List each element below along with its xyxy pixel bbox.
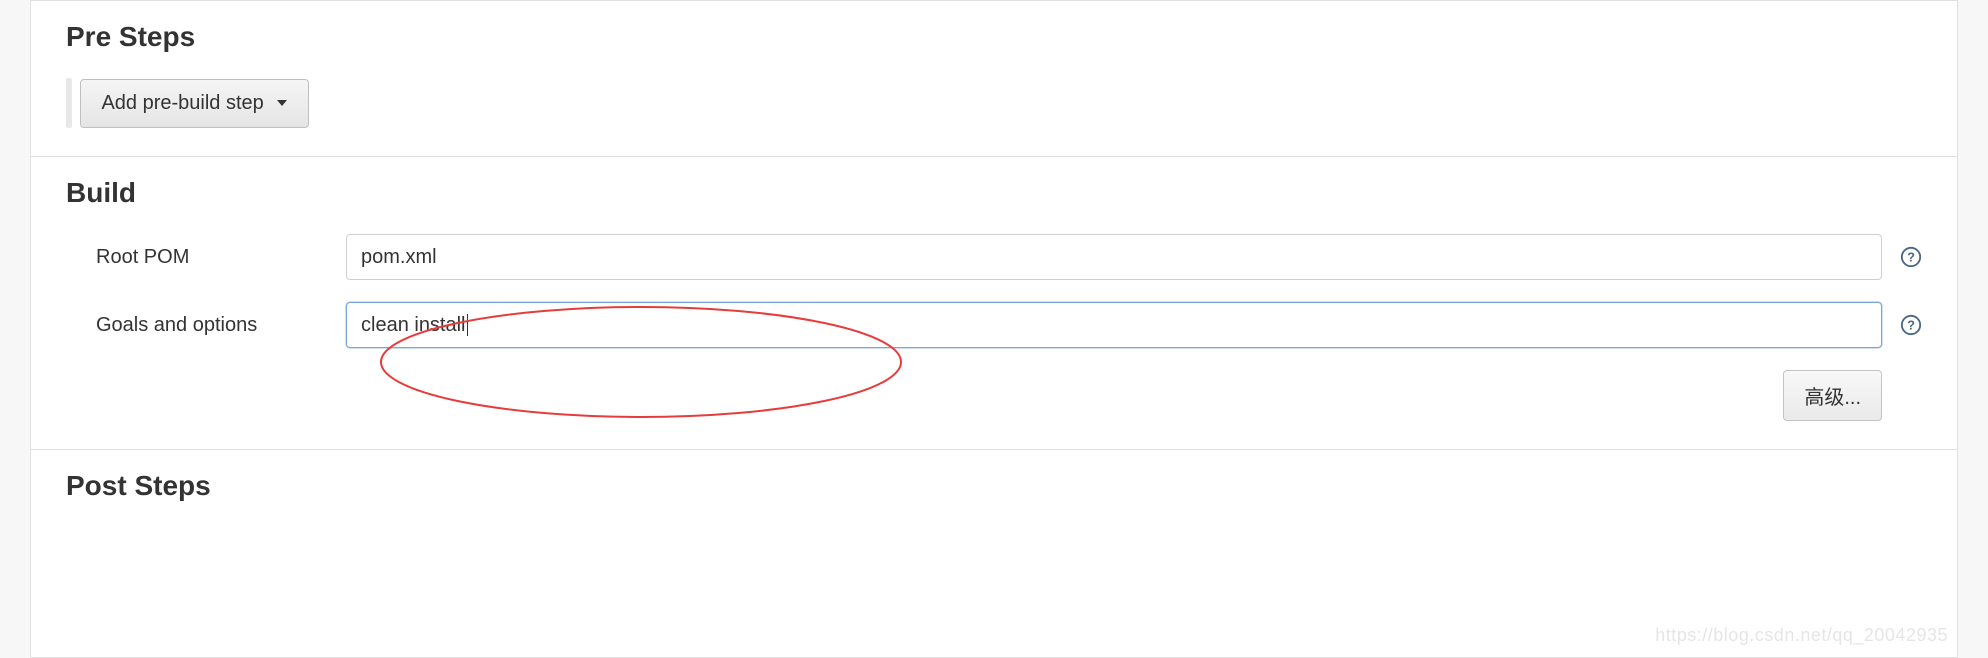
goals-input[interactable]: clean install <box>346 302 1882 348</box>
watermark-text: https://blog.csdn.net/qq_20042935 <box>1655 625 1948 646</box>
post-steps-section: Post Steps <box>31 449 1957 587</box>
goals-input-wrap: clean install ? <box>346 302 1922 348</box>
text-cursor <box>467 314 468 336</box>
help-icon[interactable]: ? <box>1900 314 1922 336</box>
svg-text:?: ? <box>1907 318 1915 333</box>
pre-steps-section: Pre Steps Add pre-build step <box>31 1 1957 156</box>
root-pom-input-wrap: ? <box>346 234 1922 280</box>
root-pom-input[interactable] <box>346 234 1882 280</box>
goals-row: Goals and options clean install ? <box>66 302 1922 348</box>
add-pre-build-step-label: Add pre-build step <box>101 92 263 115</box>
goals-input-value: clean install <box>361 314 466 337</box>
advanced-button[interactable]: 高级... <box>1783 370 1882 421</box>
build-section: Build Root POM ? Goals and options clean… <box>31 156 1957 449</box>
root-pom-row: Root POM ? <box>66 234 1922 280</box>
post-steps-title: Post Steps <box>66 470 1922 502</box>
goals-label: Goals and options <box>66 314 346 337</box>
help-icon[interactable]: ? <box>1900 246 1922 268</box>
caret-down-icon <box>276 99 288 107</box>
pre-steps-title: Pre Steps <box>66 21 1922 53</box>
svg-text:?: ? <box>1907 250 1915 265</box>
build-title: Build <box>66 177 1922 209</box>
advanced-row: 高级... <box>66 370 1922 421</box>
config-panel: Pre Steps Add pre-build step Build Root … <box>30 0 1958 658</box>
drag-handle[interactable] <box>66 78 72 128</box>
root-pom-label: Root POM <box>66 246 346 269</box>
add-pre-build-step-button[interactable]: Add pre-build step <box>80 79 308 128</box>
